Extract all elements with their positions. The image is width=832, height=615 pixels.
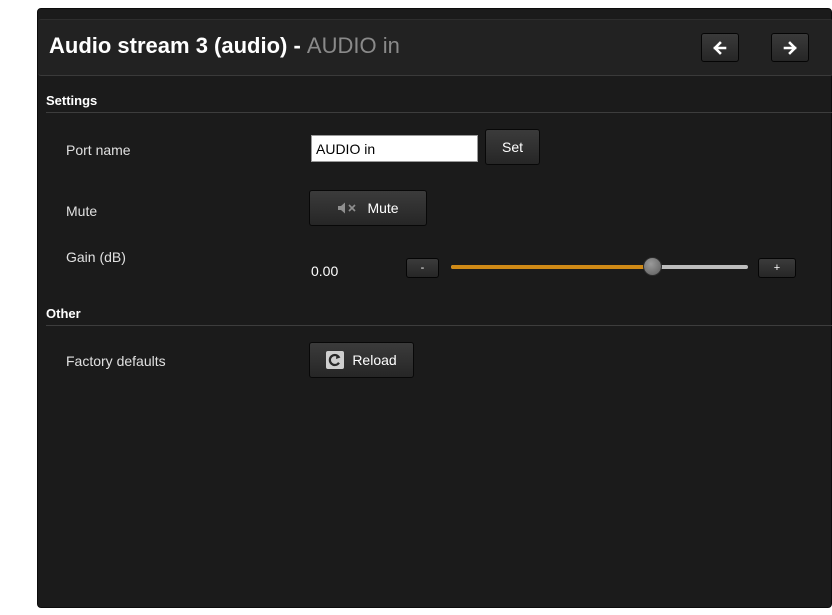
set-button-label: Set — [501, 139, 523, 155]
gain-decrease-label: - — [420, 262, 425, 274]
other-divider — [46, 325, 832, 326]
stream-title: Audio stream 3 (audio) — [49, 33, 288, 58]
gain-increase-label: + — [773, 262, 781, 274]
reload-button[interactable]: Reload — [309, 342, 414, 378]
title-separator: - — [287, 33, 307, 58]
gain-slider-fill — [451, 265, 653, 269]
gain-slider[interactable] — [451, 257, 748, 276]
set-button[interactable]: Set — [485, 129, 540, 165]
reload-icon — [326, 351, 345, 369]
mute-button-label: Mute — [367, 200, 399, 216]
port-subtitle: AUDIO in — [306, 33, 400, 58]
reload-button-label: Reload — [352, 352, 397, 368]
other-section-title: Other — [46, 306, 81, 321]
settings-divider — [46, 112, 832, 113]
panel-header: Audio stream 3 (audio) - AUDIO in — [38, 19, 832, 76]
gain-slider-thumb[interactable] — [643, 257, 663, 276]
speaker-muted-icon — [338, 202, 357, 214]
page-title: Audio stream 3 (audio) - AUDIO in — [49, 33, 400, 59]
gain-value: 0.00 — [311, 263, 339, 279]
next-button[interactable] — [771, 33, 809, 62]
mute-label: Mute — [66, 203, 98, 219]
audio-stream-panel: Audio stream 3 (audio) - AUDIO in Settin… — [37, 8, 832, 608]
mute-button[interactable]: Mute — [309, 190, 427, 226]
port-name-label: Port name — [66, 142, 131, 158]
gain-decrease-button[interactable]: - — [406, 258, 439, 278]
arrow-right-icon — [783, 40, 797, 55]
port-name-input[interactable] — [311, 135, 478, 162]
gain-label: Gain (dB) — [66, 249, 126, 265]
arrow-left-icon — [713, 40, 727, 55]
gain-increase-button[interactable]: + — [758, 258, 796, 278]
previous-button[interactable] — [701, 33, 739, 62]
settings-section-title: Settings — [46, 93, 98, 108]
factory-defaults-label: Factory defaults — [66, 353, 166, 369]
